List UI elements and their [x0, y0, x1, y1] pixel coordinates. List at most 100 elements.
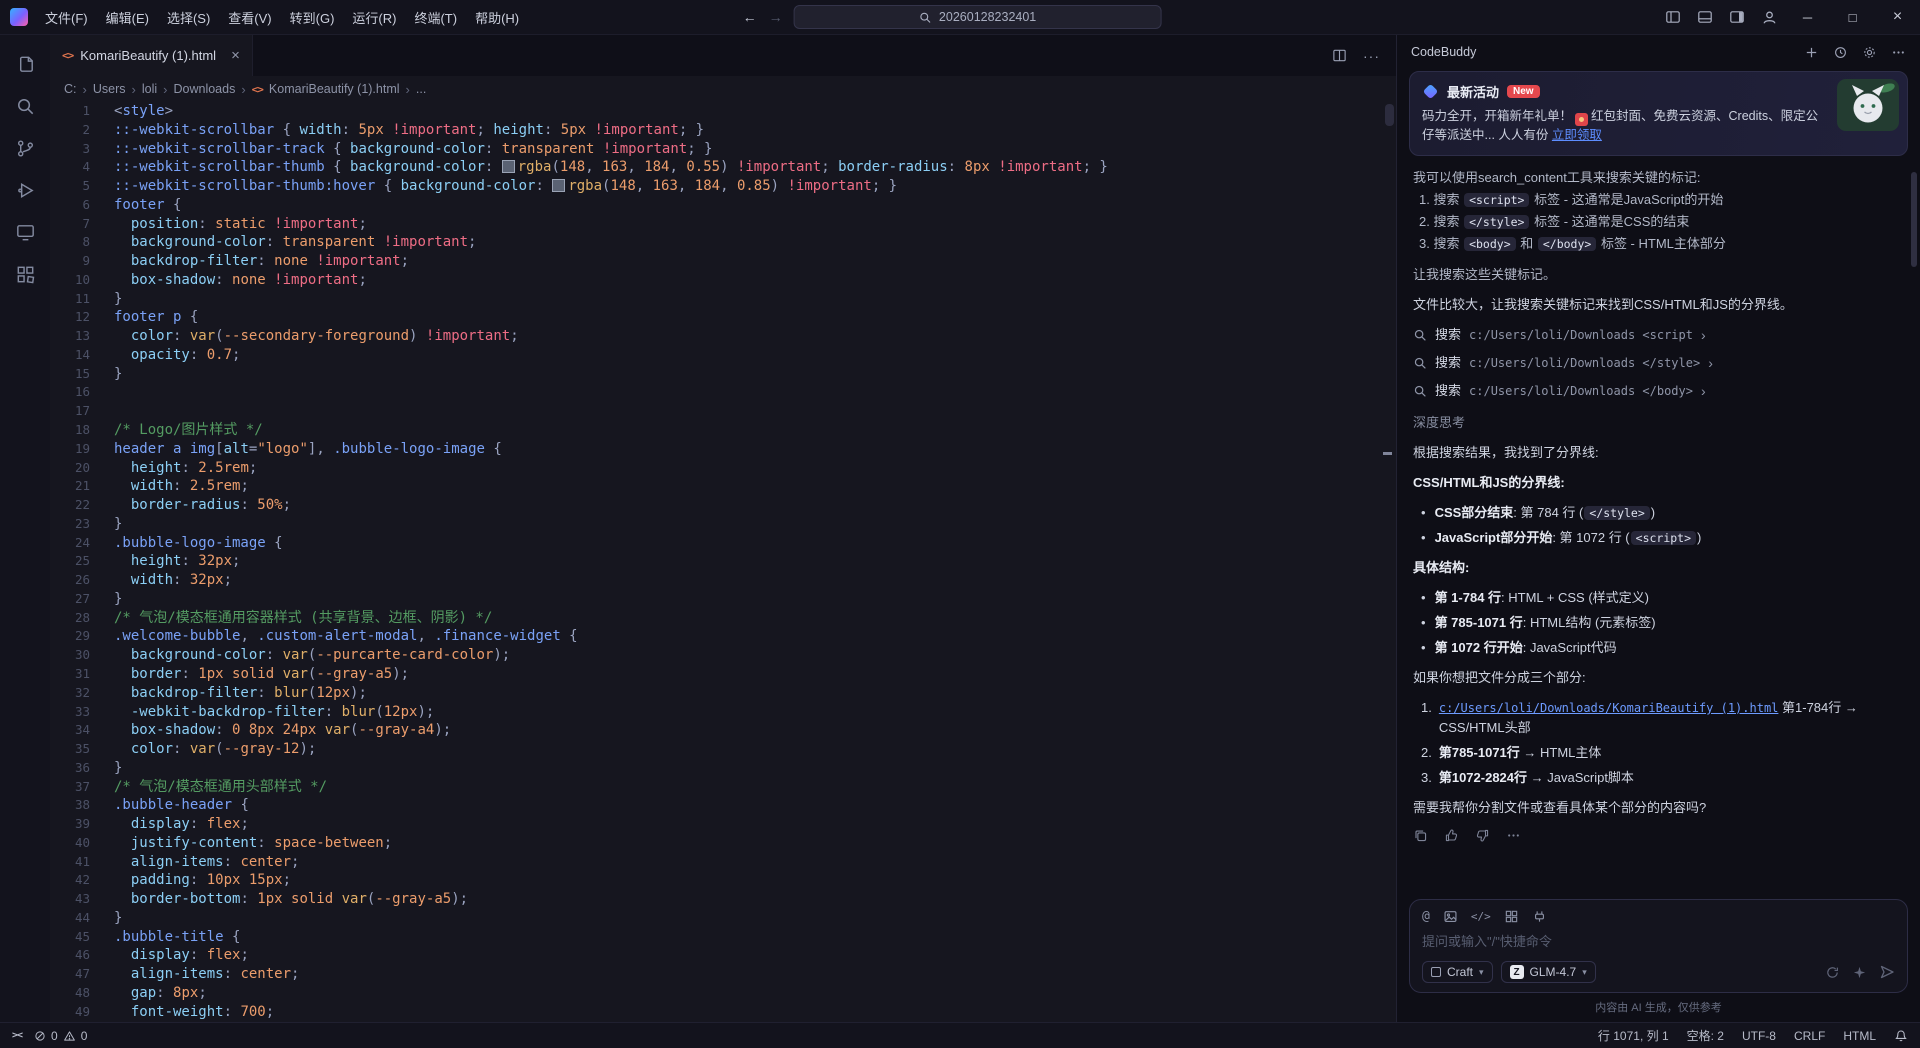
run-debug-icon[interactable]: [2, 169, 48, 211]
code-line[interactable]: 42 padding: 10px 15px;: [50, 871, 1396, 890]
sparkle-icon[interactable]: [1852, 965, 1867, 980]
image-icon[interactable]: [1443, 909, 1458, 924]
extensions-icon[interactable]: [2, 253, 48, 295]
settings-gear-icon[interactable]: [1862, 45, 1877, 60]
code-line[interactable]: 1<style>: [50, 102, 1396, 121]
code-line[interactable]: 30 background-color: var(--purcarte-card…: [50, 646, 1396, 665]
code-line[interactable]: 15}: [50, 365, 1396, 384]
code-line[interactable]: 27}: [50, 590, 1396, 609]
chat-composer[interactable]: @</> 提问或输入"/"快捷命令 Craft ▾ Z GLM-4.7 ▾: [1409, 899, 1908, 993]
code-line[interactable]: 9 backdrop-filter: none !important;: [50, 252, 1396, 271]
source-control-icon[interactable]: [2, 127, 48, 169]
code-line[interactable]: 8 background-color: transparent !importa…: [50, 233, 1396, 252]
menu-item[interactable]: 运行(R): [343, 4, 405, 31]
search-tool-call[interactable]: 搜索c:/Users/loli/Downloads </body>›: [1413, 381, 1904, 401]
remote-explorer-icon[interactable]: [2, 211, 48, 253]
breadcrumb-item[interactable]: C:: [64, 82, 77, 96]
new-chat-icon[interactable]: [1804, 45, 1819, 60]
code-editor[interactable]: 1<style>2::-webkit-scrollbar { width: 5p…: [50, 102, 1396, 1022]
code-line[interactable]: 40 justify-content: space-between;: [50, 834, 1396, 853]
explorer-icon[interactable]: [2, 43, 48, 85]
code-line[interactable]: 25 height: 32px;: [50, 552, 1396, 571]
window-maximize-button[interactable]: □: [1830, 0, 1875, 34]
grid-icon[interactable]: [1504, 909, 1519, 924]
code-line[interactable]: 43 border-bottom: 1px solid var(--gray-a…: [50, 890, 1396, 909]
code-line[interactable]: 12footer p {: [50, 308, 1396, 327]
remote-window-icon[interactable]: ><: [12, 1030, 22, 1041]
breadcrumb-item[interactable]: ...: [416, 82, 426, 96]
code-line[interactable]: 36}: [50, 759, 1396, 778]
code-line[interactable]: 26 width: 32px;: [50, 571, 1396, 590]
menu-item[interactable]: 选择(S): [158, 4, 219, 31]
loop-icon[interactable]: [1825, 965, 1840, 980]
layout-sidebar-right-icon[interactable]: [1721, 0, 1753, 34]
breadcrumb-item[interactable]: Users: [93, 82, 126, 96]
plugin-icon[interactable]: [1532, 909, 1547, 924]
code-line[interactable]: 48 gap: 8px;: [50, 984, 1396, 1003]
copy-icon[interactable]: [1413, 828, 1429, 844]
code-line[interactable]: 22 border-radius: 50%;: [50, 496, 1396, 515]
scrollbar-thumb[interactable]: [1385, 104, 1394, 126]
status-item[interactable]: 行 1071, 列 1: [1598, 1027, 1669, 1044]
code-line[interactable]: 20 height: 2.5rem;: [50, 459, 1396, 478]
chat-scrollbar-thumb[interactable]: [1911, 172, 1917, 267]
code-line[interactable]: 17: [50, 402, 1396, 421]
code-line[interactable]: 44}: [50, 909, 1396, 928]
code-line[interactable]: 4::-webkit-scrollbar-thumb { background-…: [50, 158, 1396, 177]
status-item[interactable]: HTML: [1843, 1029, 1876, 1043]
menu-item[interactable]: 文件(F): [36, 4, 97, 31]
code-line[interactable]: 45.bubble-title {: [50, 928, 1396, 947]
code-line[interactable]: 18/* Logo/图片样式 */: [50, 421, 1396, 440]
window-minimize-button[interactable]: ─: [1785, 0, 1830, 34]
code-line[interactable]: 49 font-weight: 700;: [50, 1003, 1396, 1022]
nav-forward-icon[interactable]: →: [768, 9, 784, 25]
code-icon[interactable]: </>: [1471, 910, 1491, 923]
search-tool-call[interactable]: 搜索c:/Users/loli/Downloads <script›: [1413, 325, 1904, 345]
code-line[interactable]: 24.bubble-logo-image {: [50, 534, 1396, 553]
code-line[interactable]: 38.bubble-header {: [50, 796, 1396, 815]
menu-item[interactable]: 编辑(E): [97, 4, 158, 31]
window-close-button[interactable]: ×: [1875, 0, 1920, 34]
panel-more-icon[interactable]: [1891, 45, 1906, 60]
menu-item[interactable]: 帮助(H): [466, 4, 528, 31]
status-item[interactable]: CRLF: [1794, 1029, 1825, 1043]
code-line[interactable]: 32 backdrop-filter: blur(12px);: [50, 684, 1396, 703]
code-line[interactable]: 39 display: flex;: [50, 815, 1396, 834]
code-line[interactable]: 29.welcome-bubble, .custom-alert-modal, …: [50, 627, 1396, 646]
mode-selector[interactable]: Craft ▾: [1422, 961, 1493, 983]
code-line[interactable]: 7 position: static !important;: [50, 215, 1396, 234]
code-line[interactable]: 14 opacity: 0.7;: [50, 346, 1396, 365]
file-path-link[interactable]: c:/Users/loli/Downloads/KomariBeautify (…: [1439, 701, 1779, 715]
layout-panel-icon[interactable]: [1689, 0, 1721, 34]
code-line[interactable]: 5::-webkit-scrollbar-thumb:hover { backg…: [50, 177, 1396, 196]
breadcrumb-item[interactable]: Downloads: [173, 82, 235, 96]
tab-komaribeautify[interactable]: <> KomariBeautify (1).html ×: [50, 35, 253, 76]
deep-thinking-toggle[interactable]: 深度思考: [1413, 413, 1904, 433]
menu-item[interactable]: 查看(V): [219, 4, 280, 31]
status-item[interactable]: 空格: 2: [1687, 1027, 1724, 1044]
status-item[interactable]: UTF-8: [1742, 1029, 1776, 1043]
search-icon[interactable]: [2, 85, 48, 127]
code-line[interactable]: 3::-webkit-scrollbar-track { background-…: [50, 140, 1396, 159]
code-line[interactable]: 34 box-shadow: 0 8px 24px var(--gray-a4)…: [50, 721, 1396, 740]
code-line[interactable]: 28/* 气泡/模态框通用容器样式 (共享背景、边框、阴影) */: [50, 609, 1396, 628]
notifications-bell-icon[interactable]: [1894, 1029, 1908, 1043]
thumbs-up-icon[interactable]: [1444, 828, 1460, 844]
claim-now-link[interactable]: 立即领取: [1552, 128, 1602, 142]
menu-item[interactable]: 终端(T): [405, 4, 466, 31]
close-tab-icon[interactable]: ×: [231, 47, 240, 64]
code-line[interactable]: 11}: [50, 290, 1396, 309]
menu-item[interactable]: 转到(G): [281, 4, 344, 31]
chat-input[interactable]: 提问或输入"/"快捷命令: [1422, 931, 1895, 952]
code-line[interactable]: 37/* 气泡/模态框通用头部样式 */: [50, 778, 1396, 797]
code-line[interactable]: 16: [50, 383, 1396, 402]
code-line[interactable]: 33 -webkit-backdrop-filter: blur(12px);: [50, 703, 1396, 722]
code-line[interactable]: 23}: [50, 515, 1396, 534]
editor-scrollbar[interactable]: [1382, 102, 1396, 1022]
code-line[interactable]: 10 box-shadow: none !important;: [50, 271, 1396, 290]
split-editor-icon[interactable]: [1332, 48, 1347, 63]
send-icon[interactable]: [1879, 964, 1895, 980]
code-line[interactable]: 31 border: 1px solid var(--gray-a5);: [50, 665, 1396, 684]
search-tool-call[interactable]: 搜索c:/Users/loli/Downloads </style>›: [1413, 353, 1904, 373]
model-selector[interactable]: Z GLM-4.7 ▾: [1501, 961, 1596, 983]
